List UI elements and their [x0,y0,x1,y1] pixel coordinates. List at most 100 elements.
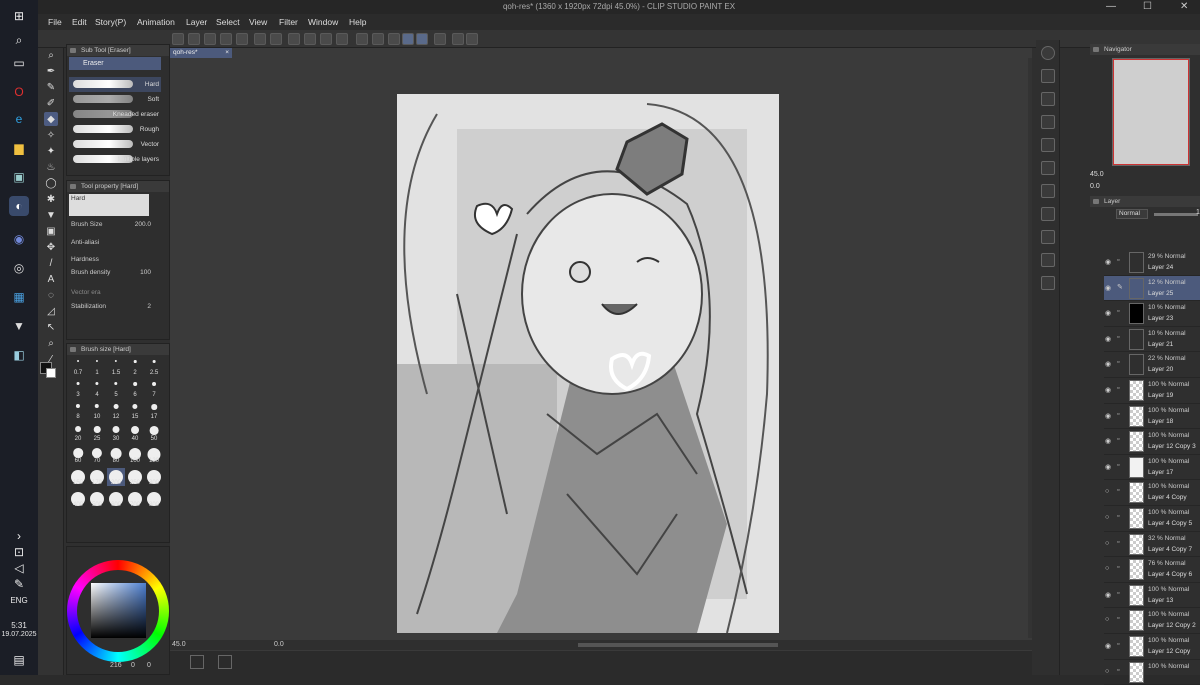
eye-icon[interactable]: ◉ [1105,284,1114,292]
hardness-row[interactable]: Hardness [71,256,159,263]
brush-size-option[interactable]: 70 [88,446,106,464]
figure-tool-icon[interactable]: / [44,256,58,270]
navigator-zoom[interactable]: 45.0 [1090,171,1104,178]
eye-icon[interactable]: ◉ [1105,412,1114,420]
brush-size-option[interactable]: 40 [126,424,144,442]
brush-size-option[interactable]: 200 [107,468,125,486]
export-icon[interactable] [236,33,248,45]
eye-icon[interactable]: ○ [1105,514,1114,521]
panel-icon-7[interactable] [1041,207,1055,221]
gradient-tool-icon[interactable]: ▣ [44,224,58,238]
decoration-tool-icon[interactable]: ✧ [44,128,58,142]
brush-size-value[interactable]: 200.0 [135,221,151,228]
clear-icon[interactable] [356,33,368,45]
brush-size-option[interactable]: 700 [126,490,144,508]
brush-size-row[interactable]: Brush Size 200.0 [71,221,159,228]
brush-density-value[interactable]: 100 [140,269,151,276]
brush-size-option[interactable]: 50 [145,424,163,442]
lock-icon[interactable]: ▫ [1117,411,1125,420]
document-close-icon[interactable]: × [225,48,229,58]
sub-color-swatch[interactable] [46,368,56,378]
brush-size-option[interactable]: 300 [145,468,163,486]
layer-name[interactable]: Layer 18 [1148,418,1173,425]
airbrush-tool-icon[interactable]: ♨ [44,160,58,174]
menu-file[interactable]: File [48,17,62,27]
brush-size-option[interactable]: 500 [88,490,106,508]
app-cat-icon[interactable]: ▼ [9,316,29,336]
navigator-viewport-frame[interactable] [1113,59,1189,165]
layer-row[interactable]: ◉ ▫ 29 % Normal Layer 24 [1104,250,1200,276]
clear-outside-icon[interactable] [372,33,384,45]
brush-size-option[interactable]: 7 [145,380,163,398]
eye-icon[interactable]: ◉ [1105,335,1114,343]
zoom-tool-icon[interactable]: ⌕ [44,48,58,62]
eye-icon[interactable]: ○ [1105,488,1114,495]
maximize-button[interactable]: ☐ [1143,1,1152,12]
brush-size-option[interactable]: 150 [69,468,87,486]
rotation-angle[interactable]: 0.0 [274,641,284,648]
layer-name[interactable]: Layer 24 [1148,264,1173,271]
pen-settings-icon[interactable] [466,33,478,45]
brush-size-option[interactable]: 17 [145,402,163,420]
layer-row[interactable]: ○ ▫ 100 % Normal Layer 4 Copy 5 [1104,506,1200,532]
canvas-vertical-scrollbar[interactable] [1028,58,1032,638]
blend-tool-icon[interactable]: ✦ [44,144,58,158]
eye-icon[interactable]: ○ [1105,668,1114,675]
lock-icon[interactable]: ▫ [1117,334,1125,343]
app-window-icon[interactable]: ◧ [9,345,29,365]
anti-alias-row[interactable]: Anti-aliasi [71,239,159,246]
lock-icon[interactable]: ▫ [1117,385,1125,394]
layer-row[interactable]: ◉ ▫ 100 % Normal Layer 18 [1104,404,1200,430]
menu-animation[interactable]: Animation [137,17,175,27]
eye-icon[interactable]: ◉ [1105,258,1114,266]
document-tab[interactable]: qoh-res* × [170,48,232,58]
brush-size-option[interactable]: 6 [126,380,144,398]
layer-name[interactable]: Layer 4 Copy 5 [1148,520,1192,527]
menu-filter[interactable]: Filter [279,17,298,27]
lock-icon[interactable]: ▫ [1117,487,1125,496]
panel-icon-3[interactable] [1041,115,1055,129]
brush-size-option[interactable]: 25 [88,424,106,442]
layer-row[interactable]: ◉ ▫ 10 % Normal Layer 23 [1104,301,1200,327]
brush-size-option[interactable]: 600 [107,490,125,508]
calculator-icon[interactable]: ▦ [9,287,29,307]
panel-icon-8[interactable] [1041,230,1055,244]
brush-vector[interactable]: Vector [69,137,161,152]
brush-size-option[interactable]: 4 [88,380,106,398]
close-button[interactable]: ✕ [1180,1,1188,12]
lasso-tool-icon[interactable]: ◯ [44,176,58,190]
panel-icon-6[interactable] [1041,184,1055,198]
brush-multiple-layers[interactable]: Multiple layers [69,152,161,167]
panel-icon-9[interactable] [1041,253,1055,267]
operation-tool-icon[interactable]: ↖ [44,320,58,334]
search-icon[interactable]: ⌕ [9,30,29,50]
opacity-slider[interactable] [1154,213,1198,216]
open-file-icon[interactable] [204,33,216,45]
frame-icon[interactable] [190,655,204,669]
opera-icon[interactable]: O [9,82,29,102]
notification-icon[interactable]: ▤ [9,650,29,670]
snap-ruler-icon[interactable] [402,33,414,45]
eye-icon[interactable]: ◉ [1105,437,1114,445]
eye-icon[interactable]: ○ [1105,565,1114,572]
layer-row[interactable]: ◉ ▫ 22 % Normal Layer 20 [1104,352,1200,378]
eraser-tool-icon[interactable]: ◆ [44,112,58,126]
layer-row[interactable]: ○ ▫ 100 % Normal Layer 12 Copy 2 [1104,608,1200,634]
menu-view[interactable]: View [249,17,267,27]
brush-size-option[interactable]: 250 [126,468,144,486]
layer-name[interactable]: Layer 12 Copy 2 [1148,622,1196,629]
color-square[interactable] [91,583,146,638]
panel-icon-1[interactable] [1041,69,1055,83]
pencil-tool-icon[interactable]: ✎ [44,80,58,94]
fill-icon[interactable] [320,33,332,45]
eye-icon[interactable]: ◉ [1105,642,1114,650]
brush-size-option[interactable]: 0.7 [69,358,87,376]
layer-row[interactable]: ◉ ▫ 100 % Normal Layer 17 [1104,455,1200,481]
snap-grid-icon[interactable] [434,33,446,45]
panel-icon-2[interactable] [1041,92,1055,106]
panel-icon-4[interactable] [1041,138,1055,152]
brush-size-option[interactable]: 2.5 [145,358,163,376]
navigator-angle[interactable]: 0.0 [1090,183,1100,190]
save-icon[interactable] [220,33,232,45]
layer-row[interactable]: ◉ ▫ 100 % Normal Layer 12 Copy [1104,634,1200,660]
